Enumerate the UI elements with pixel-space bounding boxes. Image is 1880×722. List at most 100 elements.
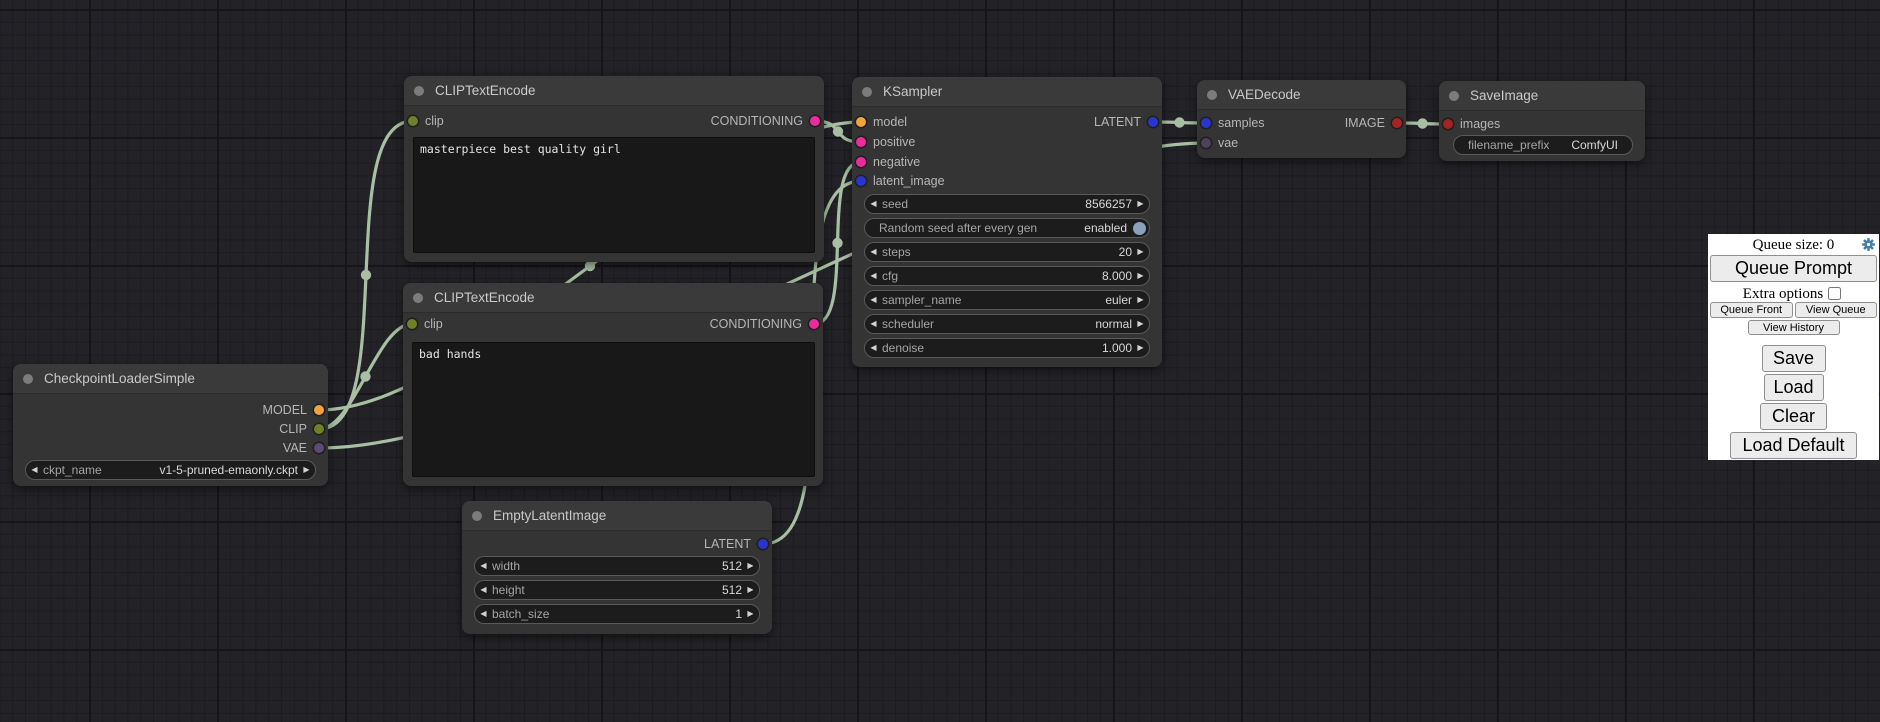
queue-front-button[interactable]: Queue Front bbox=[1710, 302, 1793, 318]
collapse-dot[interactable] bbox=[23, 374, 33, 384]
output-slot-dot-latent[interactable] bbox=[758, 539, 768, 549]
decrement-arrow-icon[interactable]: ◀ bbox=[475, 557, 492, 575]
node-cliptextencode[interactable]: CLIPTextEncodeclipCONDITIONINGmasterpiec… bbox=[404, 76, 824, 262]
node-title-bar: CheckpointLoaderSimple bbox=[13, 364, 328, 394]
node-cliptextencode[interactable]: CLIPTextEncodeclipCONDITIONINGbad hands bbox=[403, 283, 823, 486]
widget-width[interactable]: ◀width512▶ bbox=[474, 556, 760, 576]
decrement-arrow-icon[interactable]: ◀ bbox=[865, 267, 882, 285]
node-title-bar: KSampler bbox=[852, 77, 1162, 107]
widget-height[interactable]: ◀height512▶ bbox=[474, 580, 760, 600]
node-title-bar: CLIPTextEncode bbox=[403, 283, 823, 313]
collapse-dot[interactable] bbox=[472, 511, 482, 521]
decrement-arrow-icon[interactable]: ◀ bbox=[475, 605, 492, 623]
input-slot-dot-latent_image[interactable] bbox=[856, 176, 866, 186]
slot-label: latent_image bbox=[873, 173, 945, 189]
input-slot-dot-negative[interactable] bbox=[856, 157, 866, 167]
decrement-arrow-icon[interactable]: ◀ bbox=[865, 315, 882, 333]
collapse-dot[interactable] bbox=[862, 87, 872, 97]
collapse-dot[interactable] bbox=[1449, 91, 1459, 101]
view-history-button[interactable]: View History bbox=[1748, 320, 1840, 335]
widget-sampler-name[interactable]: ◀sampler_nameeuler▶ bbox=[864, 290, 1150, 310]
increment-arrow-icon[interactable]: ▶ bbox=[1132, 267, 1149, 285]
input-slot-dot-clip[interactable] bbox=[407, 319, 417, 329]
input-slot-dot-clip[interactable] bbox=[408, 116, 418, 126]
node-title: KSampler bbox=[883, 77, 942, 106]
widget-label: cfg bbox=[882, 269, 898, 283]
decrement-arrow-icon[interactable]: ◀ bbox=[865, 291, 882, 309]
collapse-dot[interactable] bbox=[413, 293, 423, 303]
queue-size-label: Queue size: 0 bbox=[1708, 234, 1879, 256]
widget-denoise[interactable]: ◀denoise 1.000▶ bbox=[864, 338, 1150, 358]
link-midpoint-dot bbox=[1417, 118, 1427, 128]
widget-filename-prefix[interactable]: filename_prefixComfyUI bbox=[1453, 135, 1633, 155]
decrement-arrow-icon[interactable]: ◀ bbox=[475, 581, 492, 599]
increment-arrow-icon[interactable]: ▶ bbox=[742, 581, 759, 599]
increment-arrow-icon[interactable]: ▶ bbox=[1132, 243, 1149, 261]
slot-label: VAE bbox=[283, 440, 307, 456]
view-queue-button[interactable]: View Queue bbox=[1795, 302, 1878, 318]
output-slot-dot-conditioning[interactable] bbox=[810, 116, 820, 126]
decrement-arrow-icon[interactable]: ◀ bbox=[865, 243, 882, 261]
widget-random-seed-after-every-gen[interactable]: Random seed after every genenabled bbox=[864, 218, 1150, 238]
node-title: CheckpointLoaderSimple bbox=[44, 364, 195, 393]
increment-arrow-icon[interactable]: ▶ bbox=[1132, 195, 1149, 213]
node-checkpointloadersimple[interactable]: CheckpointLoaderSimpleMODELCLIPVAE◀ckpt_… bbox=[13, 364, 328, 486]
widget-ckpt-name[interactable]: ◀ckpt_namev1-5-pruned-emaonly.ckpt▶ bbox=[25, 460, 316, 480]
widget-label: seed bbox=[882, 197, 908, 211]
output-slot-dot-conditioning[interactable] bbox=[809, 319, 819, 329]
increment-arrow-icon[interactable]: ▶ bbox=[1132, 291, 1149, 309]
node-title-bar: VAEDecode bbox=[1197, 80, 1406, 110]
load-button[interactable]: Load bbox=[1764, 374, 1824, 401]
widget-seed[interactable]: ◀seed8566257▶ bbox=[864, 194, 1150, 214]
input-slot-dot-model[interactable] bbox=[856, 117, 866, 127]
node-saveimage[interactable]: SaveImageimagesfilename_prefixComfyUI bbox=[1439, 81, 1645, 161]
output-slot-dot-clip[interactable] bbox=[314, 424, 324, 434]
save-button[interactable]: Save bbox=[1762, 345, 1826, 372]
widget-scheduler[interactable]: ◀schedulernormal▶ bbox=[864, 314, 1150, 334]
output-slot-dot-image[interactable] bbox=[1392, 118, 1402, 128]
input-slot-dot-positive[interactable] bbox=[856, 137, 866, 147]
decrement-arrow-icon[interactable]: ◀ bbox=[865, 339, 882, 357]
decrement-arrow-icon[interactable]: ◀ bbox=[26, 461, 43, 479]
widget-cfg[interactable]: ◀cfg8.000▶ bbox=[864, 266, 1150, 286]
increment-arrow-icon[interactable]: ▶ bbox=[742, 557, 759, 575]
decrement-arrow-icon[interactable]: ◀ bbox=[865, 195, 882, 213]
toggle-on-dot[interactable] bbox=[1133, 222, 1146, 235]
increment-arrow-icon[interactable]: ▶ bbox=[1132, 339, 1149, 357]
node-ksampler[interactable]: KSamplermodelpositivenegativelatent_imag… bbox=[852, 77, 1162, 367]
widget-steps[interactable]: ◀steps20▶ bbox=[864, 242, 1150, 262]
widget-value: ComfyUI bbox=[1571, 138, 1618, 152]
widget-label: sampler_name bbox=[882, 293, 961, 307]
queue-prompt-button[interactable]: Queue Prompt bbox=[1710, 255, 1877, 282]
prompt-textarea[interactable]: masterpiece best quality girl bbox=[413, 137, 815, 253]
slot-label: negative bbox=[873, 154, 920, 170]
increment-arrow-icon[interactable]: ▶ bbox=[742, 605, 759, 623]
prompt-textarea[interactable]: bad hands bbox=[412, 342, 815, 477]
widget-label: denoise bbox=[882, 341, 924, 355]
input-slot-dot-vae[interactable] bbox=[1201, 138, 1211, 148]
output-slot-dot-vae[interactable] bbox=[314, 443, 324, 453]
output-slot-dot-latent[interactable] bbox=[1148, 117, 1158, 127]
extra-options-checkbox[interactable] bbox=[1828, 287, 1841, 300]
clear-button[interactable]: Clear bbox=[1760, 403, 1827, 430]
node-emptylatentimage[interactable]: EmptyLatentImageLATENT◀width512▶◀height5… bbox=[462, 501, 772, 634]
node-vaedecode[interactable]: VAEDecodesamplesvaeIMAGE bbox=[1197, 80, 1406, 158]
collapse-dot[interactable] bbox=[1207, 90, 1217, 100]
slot-label: CONDITIONING bbox=[711, 113, 803, 129]
collapse-dot[interactable] bbox=[414, 86, 424, 96]
graph-canvas[interactable]: Queue size: 0 Queue Prompt Extra options… bbox=[0, 0, 1880, 722]
slot-label: images bbox=[1460, 116, 1500, 132]
input-slot-dot-images[interactable] bbox=[1443, 119, 1453, 129]
output-slot-dot-model[interactable] bbox=[314, 405, 324, 415]
increment-arrow-icon[interactable]: ▶ bbox=[298, 461, 315, 479]
increment-arrow-icon[interactable]: ▶ bbox=[1132, 315, 1149, 333]
widget-value: 20 bbox=[1119, 245, 1132, 259]
widget-batch-size[interactable]: ◀batch_size1▶ bbox=[474, 604, 760, 624]
slot-label: model bbox=[873, 114, 907, 130]
input-slot-dot-samples[interactable] bbox=[1201, 118, 1211, 128]
settings-gear-icon[interactable] bbox=[1861, 237, 1876, 252]
slot-label: clip bbox=[425, 113, 444, 129]
load-default-button[interactable]: Load Default bbox=[1730, 432, 1857, 459]
widget-label: Random seed after every gen bbox=[879, 221, 1037, 235]
widget-value: 1.000 bbox=[1102, 341, 1132, 355]
